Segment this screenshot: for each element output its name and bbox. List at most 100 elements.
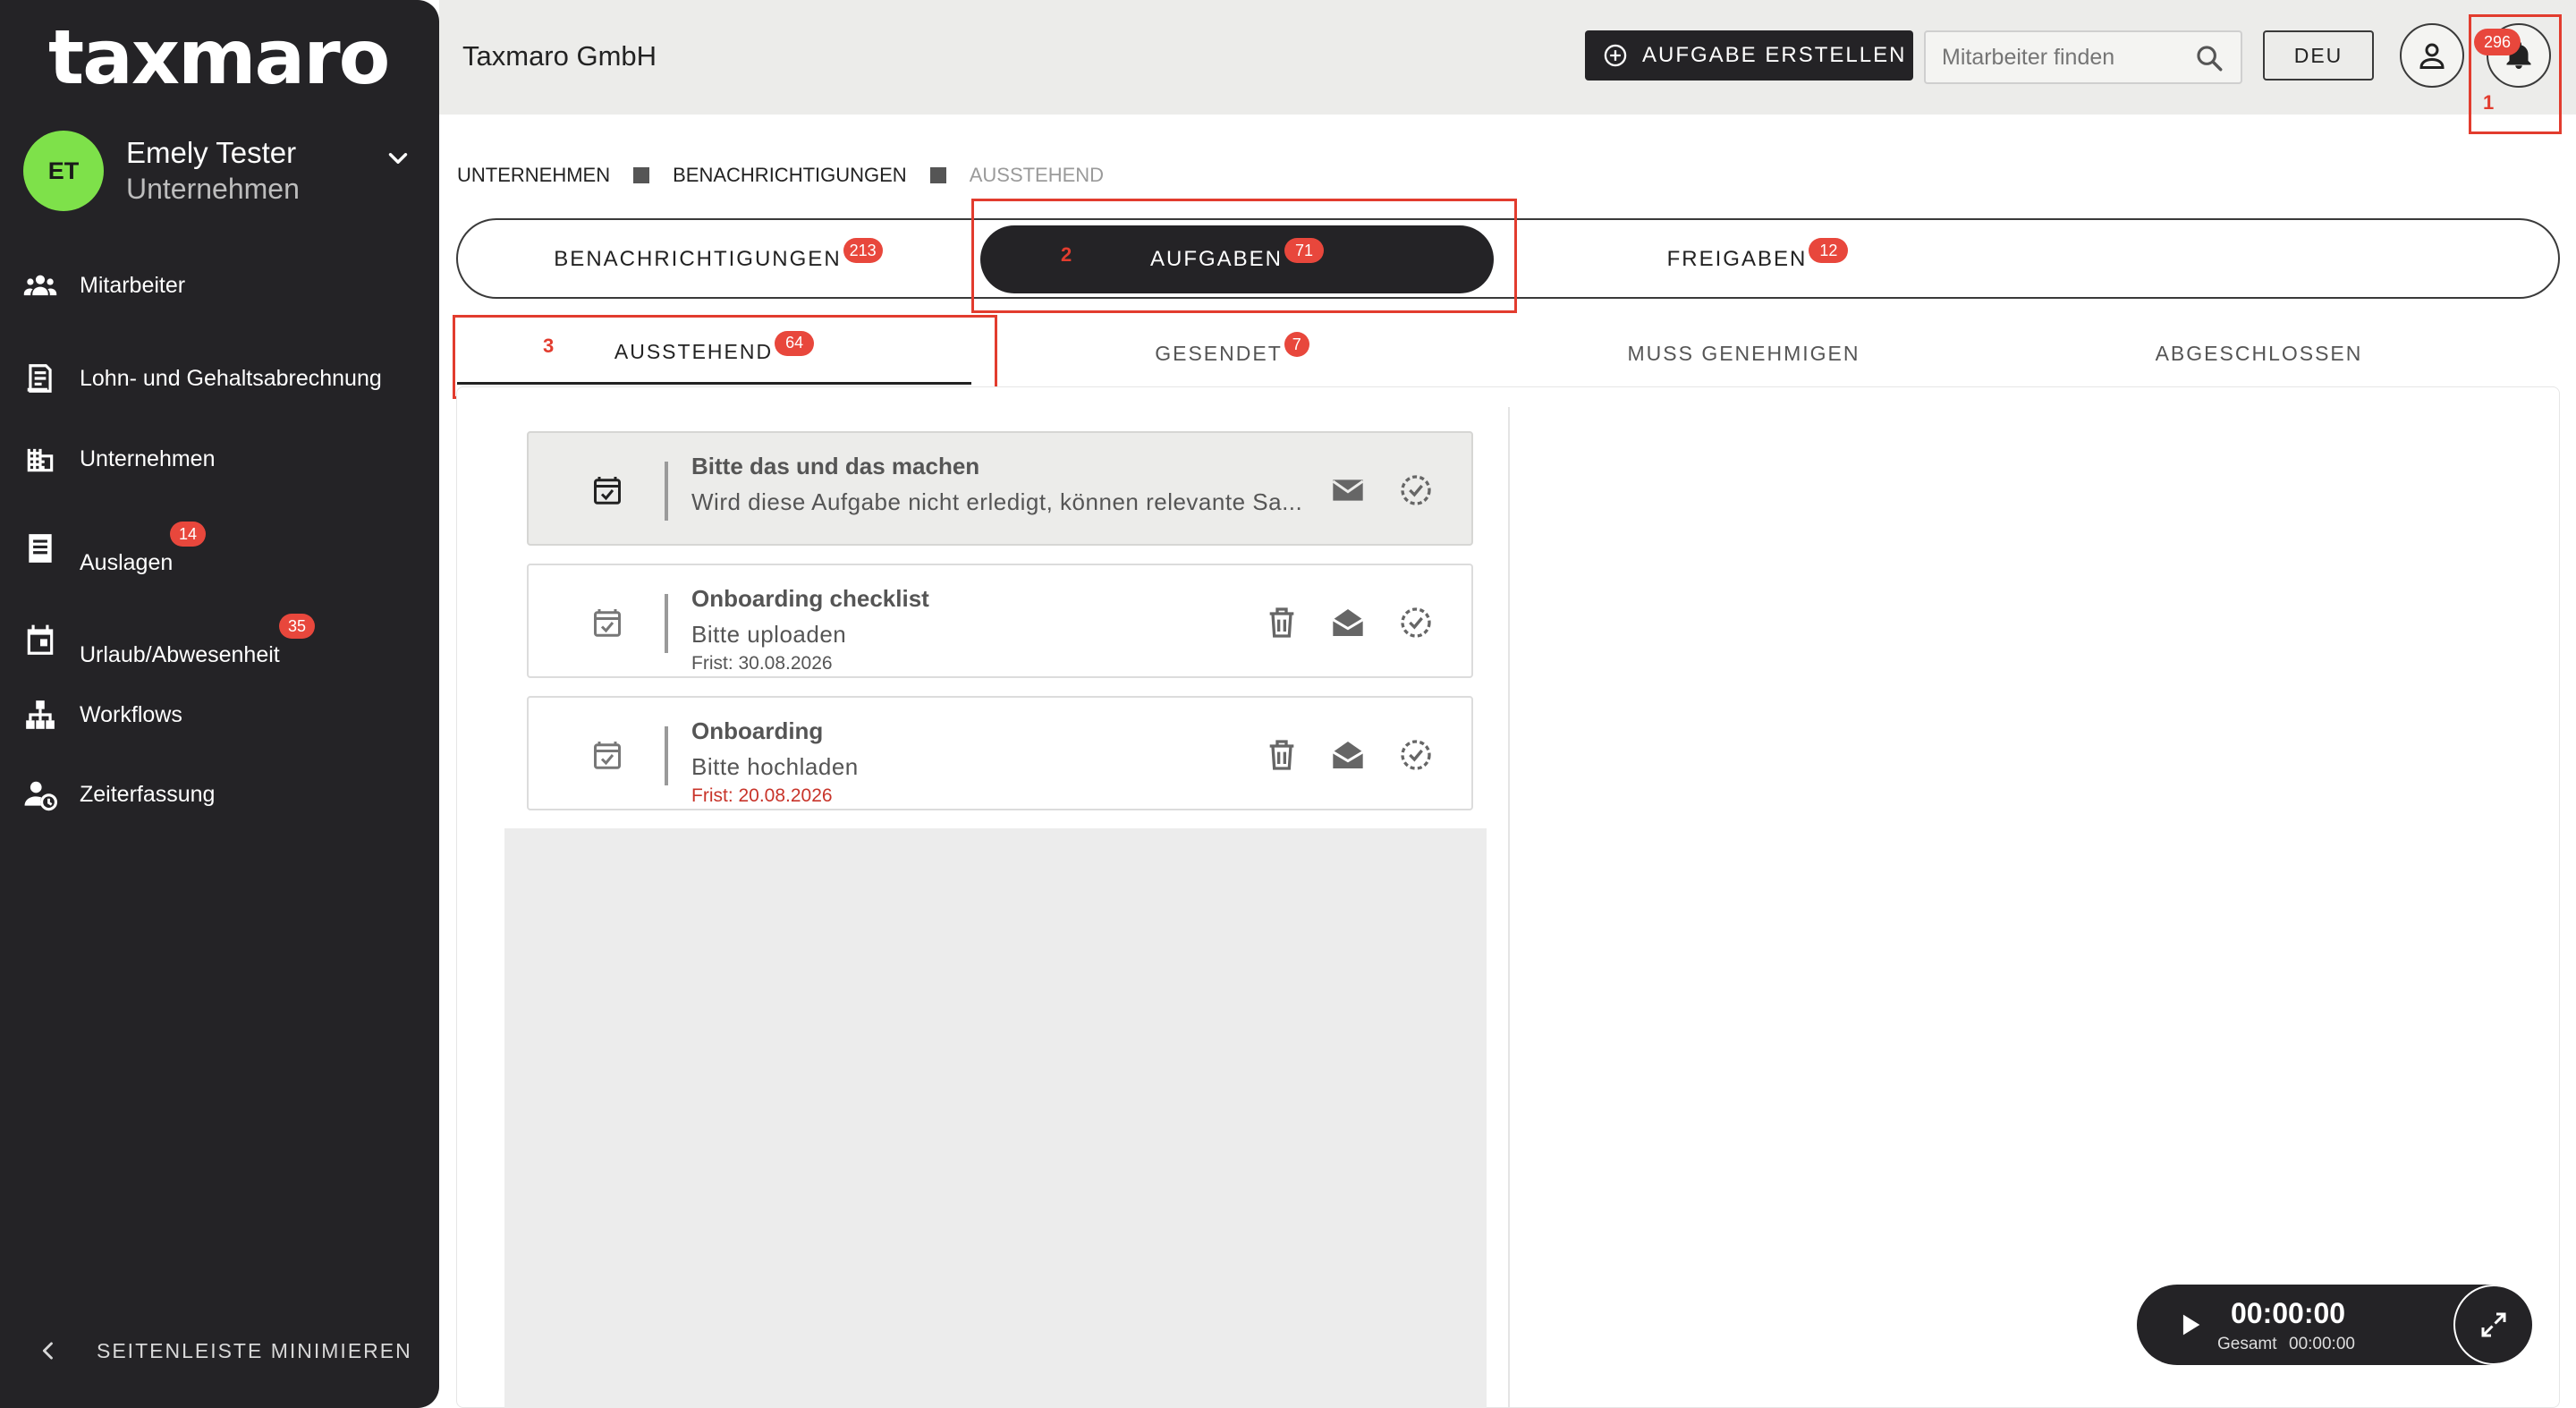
task-subtitle: Bitte uploaden xyxy=(691,621,847,648)
breadcrumb-separator xyxy=(633,167,650,183)
timer-current-time: 00:00:00 xyxy=(2231,1297,2346,1329)
breadcrumb-separator xyxy=(929,167,946,183)
sidebar-item-workflows[interactable]: Workflows xyxy=(0,688,439,742)
trash-icon[interactable] xyxy=(1264,737,1300,773)
subtab-abgeschlossen[interactable]: ABGESCHLOSSEN xyxy=(2002,322,2516,385)
breadcrumb-current: AUSSTEHEND xyxy=(969,164,1105,186)
calendar-check-icon xyxy=(594,609,621,637)
collapse-sidebar-label: SEITENLEISTE MINIMIEREN xyxy=(97,1338,412,1362)
task-item[interactable]: Bitte das und das machen Wird diese Aufg… xyxy=(527,431,1473,546)
app-root: taxmaro ET Emely Tester Unternehmen Mita… xyxy=(0,0,2576,1408)
task-separator xyxy=(665,594,668,653)
sidebar-item-label: Urlaub/Abwesenheit xyxy=(80,642,280,667)
collapse-sidebar-button[interactable]: SEITENLEISTE MINIMIEREN xyxy=(36,1338,412,1363)
create-task-label: AUFGABE ERSTELLEN xyxy=(1642,43,1907,67)
task-item[interactable]: Onboarding Bitte hochladen Frist: 20.08.… xyxy=(527,696,1473,810)
complete-icon[interactable] xyxy=(1398,737,1434,773)
sidebar-item-label: Mitarbeiter xyxy=(80,272,186,298)
search-icon[interactable] xyxy=(2194,43,2224,73)
sidebar-item-label: Lohn- und Gehaltsabrechnung xyxy=(80,365,382,391)
mail-open-icon[interactable] xyxy=(1330,737,1366,773)
user-role: Unternehmen xyxy=(126,173,300,205)
subtab-label: MUSS GENEHMIGEN xyxy=(1627,341,1860,365)
annotation-box-2 xyxy=(971,199,1517,313)
tab-benachrichtigungen[interactable]: BENACHRICHTIGUNGEN 213 xyxy=(463,225,973,293)
tab-badge: 12 xyxy=(1809,238,1849,263)
complete-icon[interactable] xyxy=(1398,472,1434,508)
task-separator xyxy=(665,726,668,785)
logo: taxmaro xyxy=(48,13,390,101)
urlaub-badge: 35 xyxy=(279,614,315,639)
calendar-icon xyxy=(27,624,54,655)
annotation-box-1 xyxy=(2469,14,2562,134)
chevron-down-icon[interactable] xyxy=(383,143,413,174)
sidebar-item-label: Auslagen xyxy=(80,550,174,575)
calendar-check-icon xyxy=(594,742,621,769)
tab-label: FREIGABEN xyxy=(1666,247,1808,271)
user-name[interactable]: Emely Tester xyxy=(126,136,296,170)
profile-button[interactable] xyxy=(2400,23,2464,88)
play-icon[interactable] xyxy=(2174,1310,2205,1340)
language-button[interactable]: DEU xyxy=(2263,30,2374,81)
chevron-left-icon xyxy=(42,1342,53,1360)
timer-total-value: 00:00:00 xyxy=(2289,1335,2355,1353)
annotation-label-2: 2 xyxy=(1061,243,1072,266)
task-separator xyxy=(665,462,668,521)
sidebar-item-auslagen[interactable]: Auslagen 14 xyxy=(0,522,439,575)
list-empty-area xyxy=(504,828,1487,1408)
avatar[interactable]: ET xyxy=(23,131,104,211)
breadcrumb-item[interactable]: UNTERNEHMEN xyxy=(457,164,610,187)
annotation-label-3: 3 xyxy=(543,335,555,357)
subtab-badge: 7 xyxy=(1284,332,1309,357)
tab-badge: 213 xyxy=(843,238,883,263)
building-icon xyxy=(27,448,54,472)
person-clock-icon xyxy=(24,781,57,811)
subtab-muss-genehmigen[interactable]: MUSS GENEHMIGEN xyxy=(1487,322,2001,385)
time-tracker-widget: 00:00:00 Gesamt 00:00:00 xyxy=(2137,1285,2534,1365)
hierarchy-icon xyxy=(26,700,55,729)
task-title: Onboarding xyxy=(691,717,824,744)
expand-icon xyxy=(2481,1312,2506,1337)
search-input[interactable] xyxy=(1942,44,2183,71)
breadcrumb: UNTERNEHMEN BENACHRICHTIGUNGEN AUSSTEHEN… xyxy=(457,164,1104,187)
subtab-label: GESENDET xyxy=(1155,341,1283,365)
trash-icon[interactable] xyxy=(1264,605,1300,640)
task-due-date: Frist: 30.08.2026 xyxy=(691,653,833,674)
sidebar-item-label: Zeiterfassung xyxy=(80,781,216,807)
task-title: Onboarding checklist xyxy=(691,585,929,612)
tab-freigaben[interactable]: FREIGABEN 12 xyxy=(1501,225,2014,293)
sidebar-item-urlaub[interactable]: Urlaub/Abwesenheit 35 xyxy=(0,614,439,667)
timer-total-label: Gesamt xyxy=(2217,1335,2277,1353)
subtab-gesendet[interactable]: GESENDET 7 xyxy=(975,322,1489,385)
mail-open-icon[interactable] xyxy=(1330,605,1366,640)
sidebar-item-label: Workflows xyxy=(80,701,182,727)
auslagen-badge: 14 xyxy=(170,522,206,547)
task-due-date: Frist: 20.08.2026 xyxy=(691,785,833,806)
create-task-button[interactable]: AUFGABE ERSTELLEN xyxy=(1585,30,1913,81)
complete-icon[interactable] xyxy=(1398,605,1434,640)
add-circle-icon xyxy=(1604,44,1627,67)
annotation-label-1: 1 xyxy=(2483,91,2495,114)
company-name: Taxmaro GmbH xyxy=(462,40,657,72)
calendar-check-icon xyxy=(594,477,621,505)
receipt-icon xyxy=(29,534,52,563)
mail-icon[interactable] xyxy=(1330,472,1366,508)
sidebar-item-unternehmen[interactable]: Unternehmen xyxy=(0,432,439,486)
sidebar-item-zeiterfassung[interactable]: Zeiterfassung xyxy=(0,768,439,821)
task-subtitle: Bitte hochladen xyxy=(691,753,859,780)
sidebar-item-label: Unternehmen xyxy=(80,445,216,471)
task-subtitle: Wird diese Aufgabe nicht erledigt, könne… xyxy=(691,488,1303,515)
sidebar-item-lohn[interactable]: Lohn- und Gehaltsabrechnung xyxy=(0,352,439,405)
sidebar: taxmaro ET Emely Tester Unternehmen Mita… xyxy=(0,0,439,1408)
sidebar-item-mitarbeiter[interactable]: Mitarbeiter xyxy=(0,259,439,312)
employee-search[interactable] xyxy=(1924,30,2242,84)
people-icon xyxy=(23,275,57,296)
expand-timer-button[interactable] xyxy=(2453,1285,2534,1365)
task-title: Bitte das und das machen xyxy=(691,453,980,479)
user-icon xyxy=(2419,43,2445,69)
top-header: Taxmaro GmbH AUFGABE ERSTELLEN DEU xyxy=(439,0,2576,115)
subtab-label: ABGESCHLOSSEN xyxy=(2155,341,2363,365)
task-item[interactable]: Onboarding checklist Bitte uploaden Fris… xyxy=(527,564,1473,678)
breadcrumb-item[interactable]: BENACHRICHTIGUNGEN xyxy=(673,164,907,187)
payroll-icon xyxy=(27,364,52,393)
